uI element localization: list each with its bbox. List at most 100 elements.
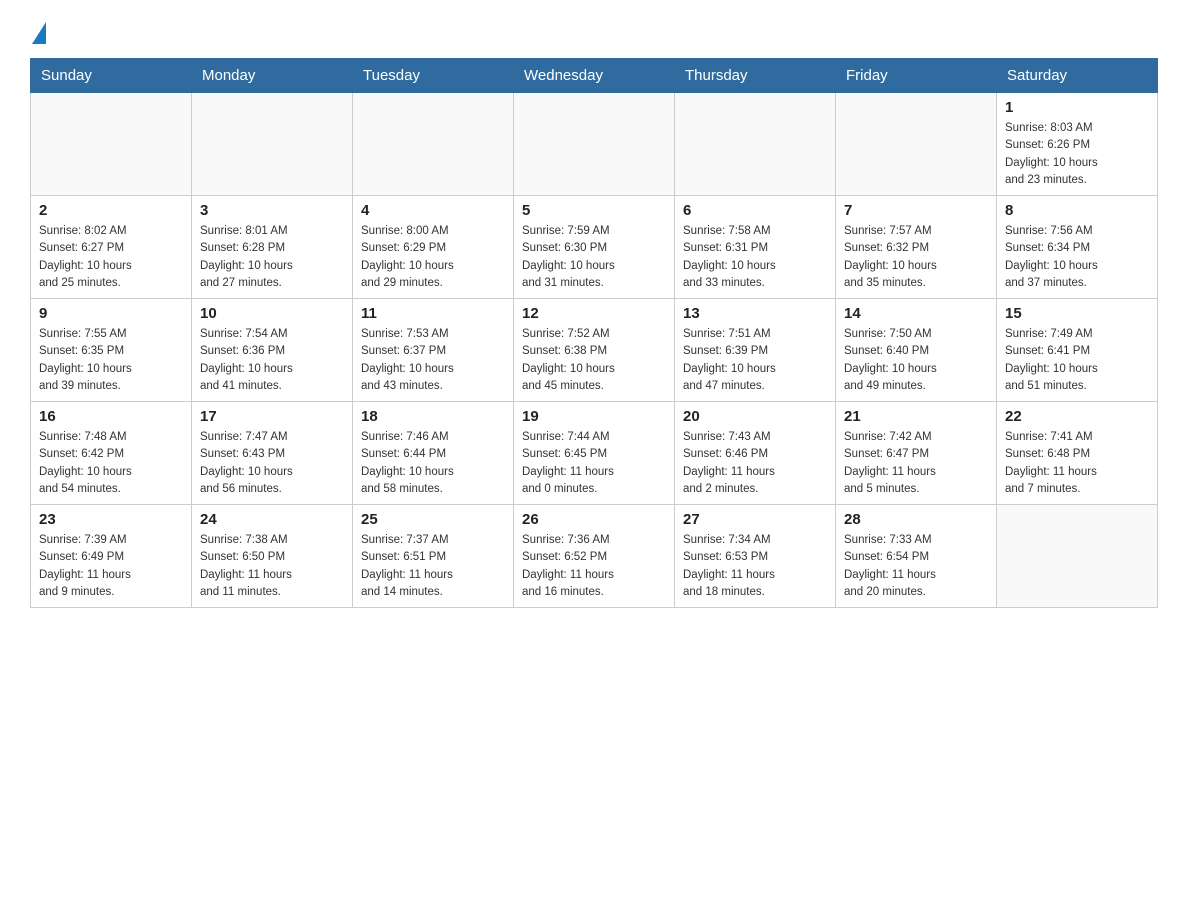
day-info: Sunrise: 7:52 AM Sunset: 6:38 PM Dayligh… [522,326,666,395]
calendar-cell: 20Sunrise: 7:43 AM Sunset: 6:46 PM Dayli… [675,402,836,505]
day-number: 22 [1005,408,1149,425]
day-info: Sunrise: 7:37 AM Sunset: 6:51 PM Dayligh… [361,532,505,601]
calendar-cell: 13 Sunrise: 7:51 AM Sunset: 6:39 PM Dayli… [675,299,836,402]
calendar-cell [31,93,192,196]
day-info: Sunrise: 7:39 AM Sunset: 6:49 PM Dayligh… [39,532,183,601]
day-info: Sunrise: 7:56 AM Sunset: 6:34 PM Dayligh… [1005,223,1149,292]
day-info: Sunrise: 8:01 AM Sunset: 6:28 PM Dayligh… [200,223,344,292]
calendar-cell: 4 Sunrise: 8:00 AM Sunset: 6:29 PM Daylig… [353,196,514,299]
day-info: Sunrise: 8:03 AM Sunset: 6:26 PM Dayligh… [1005,120,1149,189]
calendar-cell [997,505,1158,608]
calendar-cell: 10 Sunrise: 7:54 AM Sunset: 6:36 PM Dayli… [192,299,353,402]
calendar-cell: 11 Sunrise: 7:53 AM Sunset: 6:37 PM Dayli… [353,299,514,402]
day-number: 23 [39,511,183,528]
calendar-week-row: 23 Sunrise: 7:39 AM Sunset: 6:49 PM Dayli… [31,505,1158,608]
day-number: 15 [1005,305,1149,322]
calendar-cell: 21Sunrise: 7:42 AM Sunset: 6:47 PM Dayli… [836,402,997,505]
day-number: 13 [683,305,827,322]
day-info: Sunrise: 8:02 AM Sunset: 6:27 PM Dayligh… [39,223,183,292]
calendar-body: 1 Sunrise: 8:03 AM Sunset: 6:26 PM Daylig… [31,93,1158,608]
weekday-header-row: Sunday Monday Tuesday Wednesday Thursday… [31,59,1158,93]
calendar-cell: 24 Sunrise: 7:38 AM Sunset: 6:50 PM Dayli… [192,505,353,608]
calendar-cell: 8 Sunrise: 7:56 AM Sunset: 6:34 PM Daylig… [997,196,1158,299]
day-info: Sunrise: 7:34 AM Sunset: 6:53 PM Dayligh… [683,532,827,601]
header-saturday: Saturday [997,59,1158,93]
day-info: Sunrise: 7:55 AM Sunset: 6:35 PM Dayligh… [39,326,183,395]
day-info: Sunrise: 7:53 AM Sunset: 6:37 PM Dayligh… [361,326,505,395]
day-number: 14 [844,305,988,322]
calendar-cell: 12 Sunrise: 7:52 AM Sunset: 6:38 PM Dayli… [514,299,675,402]
day-number: 26 [522,511,666,528]
calendar-cell: 19 Sunrise: 7:44 AM Sunset: 6:45 PM Dayli… [514,402,675,505]
day-info: Sunrise: 7:48 AM Sunset: 6:42 PM Dayligh… [39,429,183,498]
day-number: 4 [361,202,505,219]
day-number: 27 [683,511,827,528]
header-tuesday: Tuesday [353,59,514,93]
calendar-cell: 27 Sunrise: 7:34 AM Sunset: 6:53 PM Dayli… [675,505,836,608]
day-number: 11 [361,305,505,322]
header-wednesday: Wednesday [514,59,675,93]
day-number: 16 [39,408,183,425]
day-number: 28 [844,511,988,528]
calendar-cell: 22 Sunrise: 7:41 AM Sunset: 6:48 PM Dayli… [997,402,1158,505]
calendar-cell [192,93,353,196]
calendar-cell [675,93,836,196]
calendar-cell: 6Sunrise: 7:58 AM Sunset: 6:31 PM Daylig… [675,196,836,299]
calendar-cell: 2Sunrise: 8:02 AM Sunset: 6:27 PM Daylig… [31,196,192,299]
header-friday: Friday [836,59,997,93]
calendar-cell: 1 Sunrise: 8:03 AM Sunset: 6:26 PM Daylig… [997,93,1158,196]
calendar-cell [836,93,997,196]
day-number: 24 [200,511,344,528]
calendar-cell: 7Sunrise: 7:57 AM Sunset: 6:32 PM Daylig… [836,196,997,299]
day-info: Sunrise: 7:38 AM Sunset: 6:50 PM Dayligh… [200,532,344,601]
day-number: 1 [1005,99,1149,116]
day-info: Sunrise: 7:43 AM Sunset: 6:46 PM Dayligh… [683,429,827,498]
calendar-week-row: 1 Sunrise: 8:03 AM Sunset: 6:26 PM Daylig… [31,93,1158,196]
calendar-table: Sunday Monday Tuesday Wednesday Thursday… [30,58,1158,608]
calendar-cell: 23 Sunrise: 7:39 AM Sunset: 6:49 PM Dayli… [31,505,192,608]
day-info: Sunrise: 7:49 AM Sunset: 6:41 PM Dayligh… [1005,326,1149,395]
day-number: 5 [522,202,666,219]
day-info: Sunrise: 7:51 AM Sunset: 6:39 PM Dayligh… [683,326,827,395]
calendar-cell: 15 Sunrise: 7:49 AM Sunset: 6:41 PM Dayli… [997,299,1158,402]
day-number: 19 [522,408,666,425]
day-number: 10 [200,305,344,322]
calendar-cell: 5Sunrise: 7:59 AM Sunset: 6:30 PM Daylig… [514,196,675,299]
day-info: Sunrise: 7:41 AM Sunset: 6:48 PM Dayligh… [1005,429,1149,498]
calendar-cell: 9Sunrise: 7:55 AM Sunset: 6:35 PM Daylig… [31,299,192,402]
day-info: Sunrise: 7:42 AM Sunset: 6:47 PM Dayligh… [844,429,988,498]
day-info: Sunrise: 7:44 AM Sunset: 6:45 PM Dayligh… [522,429,666,498]
calendar-cell: 25Sunrise: 7:37 AM Sunset: 6:51 PM Dayli… [353,505,514,608]
calendar-cell: 14 Sunrise: 7:50 AM Sunset: 6:40 PM Dayli… [836,299,997,402]
header-thursday: Thursday [675,59,836,93]
day-number: 17 [200,408,344,425]
calendar-cell [514,93,675,196]
calendar-cell: 17 Sunrise: 7:47 AM Sunset: 6:43 PM Dayli… [192,402,353,505]
calendar-cell: 28 Sunrise: 7:33 AM Sunset: 6:54 PM Dayli… [836,505,997,608]
calendar-cell: 26 Sunrise: 7:36 AM Sunset: 6:52 PM Dayli… [514,505,675,608]
day-info: Sunrise: 7:54 AM Sunset: 6:36 PM Dayligh… [200,326,344,395]
page-header [30,20,1158,42]
day-number: 18 [361,408,505,425]
calendar-header: Sunday Monday Tuesday Wednesday Thursday… [31,59,1158,93]
calendar-cell: 18 Sunrise: 7:46 AM Sunset: 6:44 PM Dayli… [353,402,514,505]
calendar-cell: 3 Sunrise: 8:01 AM Sunset: 6:28 PM Daylig… [192,196,353,299]
day-info: Sunrise: 7:50 AM Sunset: 6:40 PM Dayligh… [844,326,988,395]
calendar-week-row: 16 Sunrise: 7:48 AM Sunset: 6:42 PM Dayli… [31,402,1158,505]
calendar-week-row: 9Sunrise: 7:55 AM Sunset: 6:35 PM Daylig… [31,299,1158,402]
day-number: 8 [1005,202,1149,219]
day-number: 3 [200,202,344,219]
calendar-cell [353,93,514,196]
logo [30,20,46,42]
calendar-cell: 16 Sunrise: 7:48 AM Sunset: 6:42 PM Dayli… [31,402,192,505]
header-sunday: Sunday [31,59,192,93]
logo-triangle-icon [32,22,46,44]
header-monday: Monday [192,59,353,93]
day-info: Sunrise: 7:36 AM Sunset: 6:52 PM Dayligh… [522,532,666,601]
day-info: Sunrise: 8:00 AM Sunset: 6:29 PM Dayligh… [361,223,505,292]
day-info: Sunrise: 7:46 AM Sunset: 6:44 PM Dayligh… [361,429,505,498]
calendar-week-row: 2Sunrise: 8:02 AM Sunset: 6:27 PM Daylig… [31,196,1158,299]
day-number: 12 [522,305,666,322]
day-info: Sunrise: 7:47 AM Sunset: 6:43 PM Dayligh… [200,429,344,498]
day-info: Sunrise: 7:33 AM Sunset: 6:54 PM Dayligh… [844,532,988,601]
